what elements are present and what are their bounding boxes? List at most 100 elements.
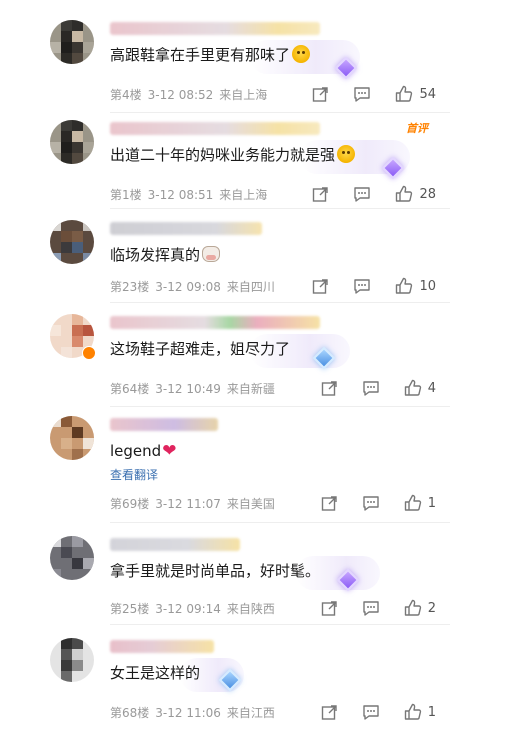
like-count: 2 [427,600,436,616]
comment-text: 拿手里就是时尚单品，好时髦。 [110,560,320,582]
emoji-icon [292,45,311,63]
comment-actions: 1 [297,702,436,722]
like-count: 10 [419,278,436,294]
share-icon [321,380,337,396]
avatar[interactable] [50,220,94,264]
floor-number: 第4楼 [110,88,142,102]
reply-button[interactable] [362,704,380,721]
comment-date: 3-12 09:08 [155,280,221,294]
avatar[interactable] [50,20,94,64]
like-button[interactable]: 54 [395,85,436,103]
avatar[interactable] [50,536,94,580]
comment-icon [363,600,379,616]
comment-icon [354,278,371,294]
username[interactable] [110,22,320,35]
like-button[interactable]: 4 [404,379,436,397]
username[interactable] [110,538,240,551]
comment-text-content: 出道二十年的妈咪业务能力就是强 [110,146,336,164]
avatar[interactable] [50,416,94,460]
divider [110,112,450,113]
username[interactable] [110,122,320,135]
share-icon [321,495,337,511]
share-icon [313,278,329,294]
reply-button[interactable] [353,86,371,103]
floor-number: 第64楼 [110,382,150,396]
comment-text-content: 临场发挥真的 [110,246,201,264]
share-button[interactable] [321,380,338,397]
share-icon [321,600,337,616]
share-icon [321,704,337,720]
comment-text-content: 高跟鞋拿在手里更有那味了 [110,46,291,64]
username[interactable] [110,222,262,235]
share-button[interactable] [321,704,338,721]
floor-number: 第23楼 [110,280,150,294]
comment-text-content: 拿手里就是时尚单品，好时髦。 [110,562,321,580]
avatar[interactable] [50,638,94,682]
comment-meta: 第25楼 3-12 09:14 来自陕西 [110,600,281,617]
like-count: 1 [427,495,436,511]
comment-date: 3-12 11:06 [155,706,221,720]
comment-actions: 10 [288,276,436,296]
share-button[interactable] [321,600,338,617]
share-button[interactable] [312,186,329,203]
like-count: 28 [419,186,436,202]
floor-number: 第68楼 [110,706,150,720]
reply-button[interactable] [362,600,380,617]
comment-location: 来自江西 [226,706,275,720]
comment-meta: 第4楼 3-12 08:52 来自上海 [110,86,273,103]
thumbs-up-icon [404,599,421,616]
comment-meta: 第64楼 3-12 10:49 来自新疆 [110,380,281,397]
comment-location: 来自上海 [219,188,268,202]
reply-button[interactable] [362,495,380,512]
share-button[interactable] [312,86,329,103]
like-count: 54 [419,86,436,102]
share-icon [313,186,329,202]
like-button[interactable]: 2 [404,599,436,617]
comment-text: 这场鞋子超难走，姐尽力了 [110,338,290,360]
cow-emoji-icon [202,246,221,262]
comment-icon [354,86,371,102]
like-count: 1 [427,704,436,720]
comment-date: 3-12 10:49 [155,382,221,396]
comment-meta: 第23楼 3-12 09:08 来自四川 [110,278,281,295]
comment-icon [363,495,379,511]
comment-location: 来自新疆 [226,382,275,396]
thumbs-up-icon [404,494,421,511]
comment-text-content: 女王是这样的 [110,664,201,682]
divider [110,208,450,209]
like-button[interactable]: 1 [404,703,436,721]
comment-location: 来自陕西 [226,602,275,616]
comment-actions: 28 [288,184,436,204]
comment-item: 拿手里就是时尚单品，好时髦。 第25楼 3-12 09:14 来自陕西 2 [0,536,506,625]
comment-meta: 第68楼 3-12 11:06 来自江西 [110,704,281,721]
thumbs-up-icon [404,379,421,396]
comment-text: 高跟鞋拿在手里更有那味了 [110,44,311,66]
comment-location: 来自四川 [226,280,275,294]
reply-button[interactable] [362,380,380,397]
heart-icon: ❤ [162,441,177,461]
comment-icon [363,380,379,396]
like-button[interactable]: 1 [404,494,436,512]
comment-meta: 第1楼 3-12 08:51 来自上海 [110,186,273,203]
comment-meta: 第69楼 3-12 11:07 来自美国 [110,495,281,512]
comment-date: 3-12 11:07 [155,497,221,511]
share-button[interactable] [312,278,329,295]
username[interactable] [110,418,218,431]
like-button[interactable]: 28 [395,185,436,203]
comment-text: legend❤ [110,440,176,462]
verified-badge-icon [82,346,96,360]
username[interactable] [110,316,320,329]
comment-item: legend❤ 查看翻译 第69楼 3-12 11:07 来自美国 1 [0,416,506,523]
like-button[interactable]: 10 [395,277,436,295]
comment-text: 出道二十年的妈咪业务能力就是强 [110,144,356,166]
avatar[interactable] [50,120,94,164]
emoji-icon [337,145,356,163]
translate-link[interactable]: 查看翻译 [110,466,158,483]
like-count: 4 [427,380,436,396]
comment-actions: 1 [297,493,436,513]
share-button[interactable] [321,495,338,512]
reply-button[interactable] [353,278,371,295]
reply-button[interactable] [353,186,371,203]
thumbs-up-icon [396,85,413,102]
username[interactable] [110,640,214,653]
